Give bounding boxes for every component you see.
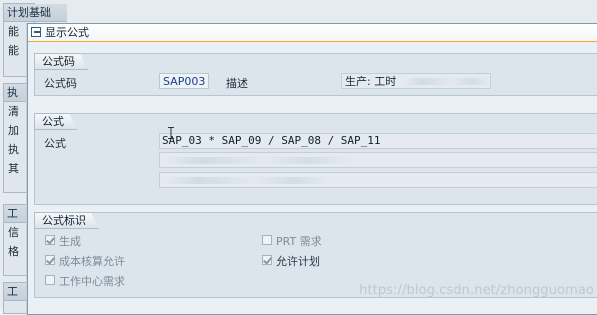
checkbox-scheduling-allowed[interactable] bbox=[262, 255, 272, 265]
checkbox-work-center-requirement[interactable] bbox=[45, 275, 55, 285]
redaction-blur bbox=[405, 78, 489, 85]
group-formula-key: 公式码 公式码 SAP003 描述 生产: 工时 bbox=[34, 53, 597, 96]
window-icon bbox=[31, 27, 41, 37]
redaction-blur bbox=[166, 157, 346, 164]
formula-key-field[interactable]: SAP003 bbox=[159, 73, 209, 89]
checkbox-costing-allowed-label: 成本核算允许 bbox=[59, 255, 125, 268]
bg-group-title: 计划基础 bbox=[4, 4, 67, 22]
checkbox-prt-requirement-label: PRT 需求 bbox=[276, 235, 322, 248]
description-value: 生产: 工时 bbox=[345, 75, 397, 88]
formula-field-line1[interactable]: SAP_03 * SAP_09 / SAP_08 / SAP_11 bbox=[159, 133, 597, 149]
checkbox-scheduling-allowed-label: 允许计划 bbox=[276, 255, 320, 268]
display-formula-dialog: 显示公式 公式码 公式码 SAP003 描述 生产: 工时 公式 公式 SAP_… bbox=[27, 23, 597, 315]
group-title: 公式 bbox=[34, 113, 77, 130]
redaction-blur bbox=[166, 177, 326, 184]
group-title: 公式码 bbox=[34, 53, 88, 70]
text-cursor-icon bbox=[168, 127, 174, 139]
formula-text: SAP_03 * SAP_09 / SAP_08 / SAP_11 bbox=[162, 134, 381, 147]
group-title: 公式标识 bbox=[34, 212, 99, 229]
formula-label: 公式 bbox=[44, 137, 66, 150]
group-formula: 公式 公式 SAP_03 * SAP_09 / SAP_08 / SAP_11 bbox=[34, 113, 597, 205]
dialog-title: 显示公式 bbox=[45, 26, 89, 39]
checkbox-generated-label: 生成 bbox=[59, 235, 81, 248]
formula-field-line2[interactable] bbox=[159, 152, 597, 168]
formula-field-line3[interactable] bbox=[159, 172, 597, 188]
dialog-titlebar[interactable]: 显示公式 bbox=[28, 24, 597, 42]
checkbox-generated[interactable] bbox=[45, 235, 55, 245]
checkbox-prt-requirement[interactable] bbox=[262, 235, 272, 245]
watermark-url: https://blog.csdn.net/zhongguomao bbox=[359, 283, 594, 298]
checkbox-costing-allowed[interactable] bbox=[45, 255, 55, 265]
checkbox-work-center-requirement-label: 工作中心需求 bbox=[59, 275, 125, 288]
formula-key-label: 公式码 bbox=[44, 77, 77, 90]
description-label: 描述 bbox=[226, 77, 248, 90]
